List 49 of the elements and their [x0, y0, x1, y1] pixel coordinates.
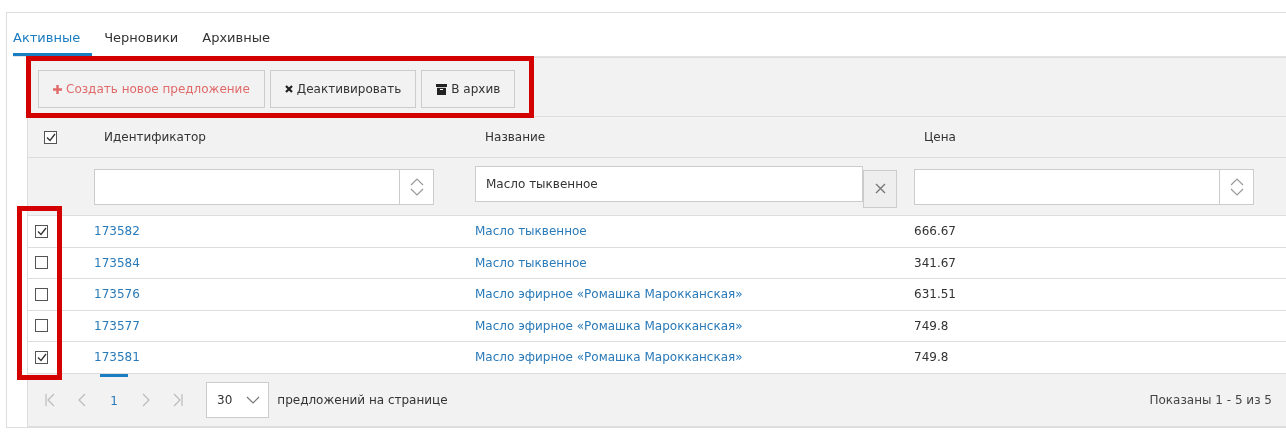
price-cell-text: 749.8 — [913, 318, 950, 333]
column-header[interactable]: Название — [469, 130, 908, 144]
name-link[interactable]: Масло тыквенное — [469, 224, 587, 239]
price-cell-text: 631.51 — [913, 287, 957, 302]
next-page-icon[interactable] — [140, 391, 152, 408]
id-link[interactable]: 173576 — [88, 287, 140, 302]
spinner-arrows-icon[interactable] — [1229, 176, 1244, 197]
name-link[interactable]: Масло эфирное «Ромашка Марокканская» — [469, 287, 743, 302]
first-page-icon[interactable] — [44, 391, 56, 408]
page-size-label: предложений на странице — [277, 392, 448, 407]
tab[interactable]: Активные — [13, 30, 93, 56]
id-link[interactable]: 173582 — [88, 224, 140, 239]
tab[interactable]: Черновики — [104, 30, 191, 56]
last-page-icon[interactable] — [172, 391, 184, 408]
tab[interactable]: Архивные — [202, 30, 282, 56]
id-link[interactable]: 173577 — [88, 318, 140, 333]
toolbar-button[interactable]: Создать новое предложение — [38, 70, 265, 108]
page-button[interactable]: 1 — [100, 373, 128, 426]
number-field[interactable] — [914, 168, 1254, 205]
checkbox[interactable] — [35, 256, 48, 270]
name-link[interactable]: Масло эфирное «Ромашка Марокканская» — [469, 318, 743, 333]
id-link[interactable]: 173581 — [88, 350, 140, 365]
number-field[interactable] — [94, 168, 434, 205]
pager-summary: Показаны 1 - 5 из 5 — [1149, 392, 1272, 407]
column-header[interactable]: Идентификатор — [88, 130, 469, 144]
toolbar-button[interactable]: В архив — [421, 70, 516, 108]
archive-box-icon — [436, 83, 448, 95]
previous-page-icon[interactable] — [76, 391, 88, 408]
name-link[interactable]: Масло эфирное «Ромашка Марокканская» — [469, 350, 743, 365]
chevron-down-icon — [246, 395, 261, 404]
spinner-arrows-icon[interactable] — [409, 176, 424, 197]
checkbox[interactable] — [35, 350, 48, 364]
toolbar-button[interactable]: Деактивировать — [269, 70, 417, 108]
clear-button[interactable] — [863, 169, 897, 208]
column-header[interactable]: Цена — [908, 130, 1286, 144]
page-size-select[interactable]: 30 — [206, 381, 270, 418]
price-cell-text: 341.67 — [913, 255, 957, 270]
filter-input[interactable]: Масло тыквенное — [476, 166, 862, 201]
checkbox[interactable] — [35, 287, 48, 301]
cross-icon — [284, 85, 293, 93]
name-link[interactable]: Масло тыквенное — [469, 255, 587, 270]
close-icon — [874, 183, 886, 194]
checkbox[interactable] — [35, 224, 48, 238]
id-link[interactable]: 173584 — [88, 255, 140, 270]
price-cell-text: 749.8 — [913, 350, 950, 365]
checkbox[interactable] — [44, 130, 57, 144]
plus-icon — [53, 84, 62, 94]
price-cell-text: 666.67 — [913, 224, 957, 239]
checkbox[interactable] — [35, 319, 48, 333]
